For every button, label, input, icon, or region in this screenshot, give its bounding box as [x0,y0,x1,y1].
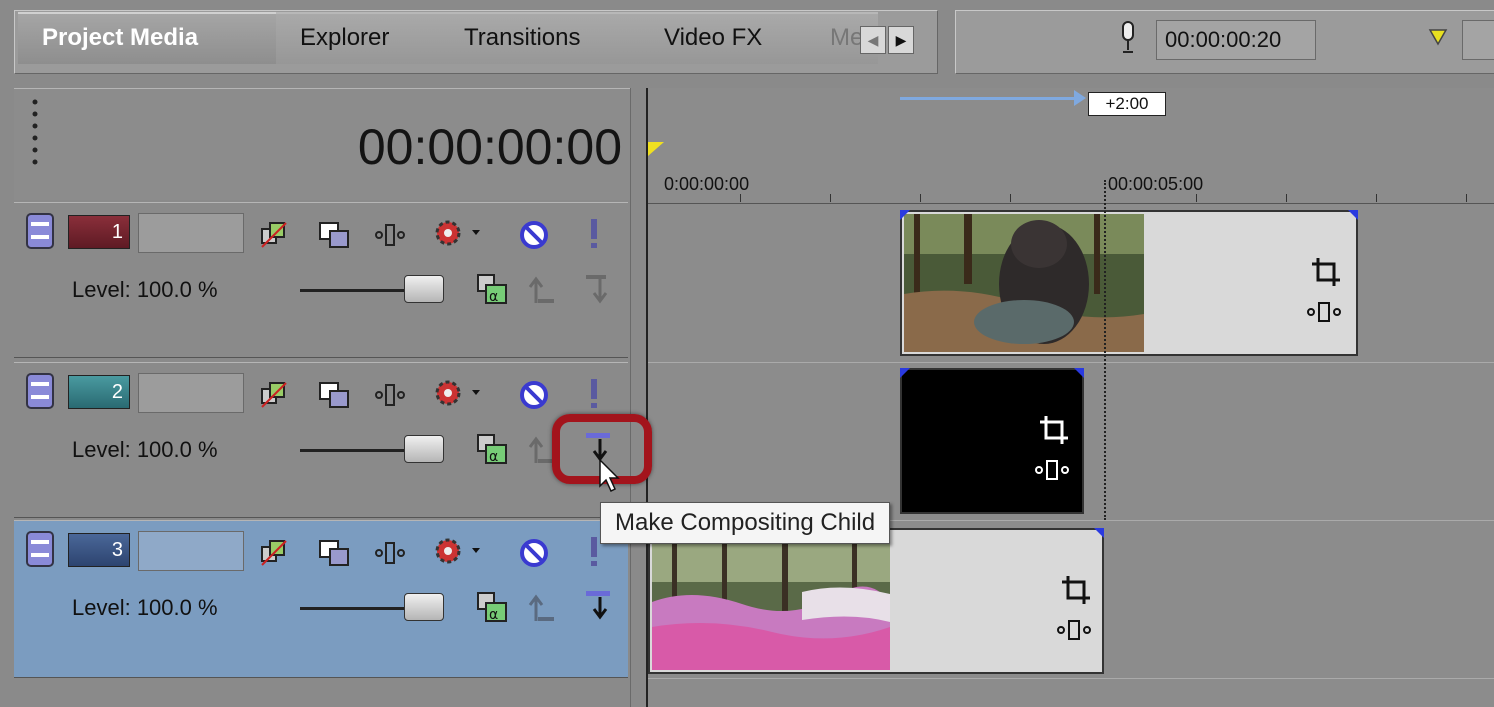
ruler-label: 00:00:05:00 [1108,174,1204,194]
microphone-icon[interactable] [1118,20,1138,56]
make-compositing-parent-icon[interactable] [526,591,558,623]
track-minimize-icon[interactable] [26,373,54,409]
video-event-bear[interactable] [900,210,1358,356]
solo-icon[interactable] [584,377,604,409]
event-fx-icon[interactable] [1034,458,1070,482]
event-fx-icon[interactable] [1056,618,1092,642]
svg-text:α: α [489,289,498,305]
composite-mode-icon[interactable] [258,537,290,569]
tab-video-fx[interactable]: Video FX [640,12,800,64]
compositing-mode-alpha-icon[interactable]: α [476,591,508,623]
time-ruler[interactable] [648,160,1494,204]
ruler-tick [1286,194,1287,202]
track-number[interactable]: 3 [68,533,130,567]
track-motion-icon[interactable] [318,537,350,569]
make-compositing-parent-icon[interactable] [526,273,558,305]
track-level-label: Level: 100.0 % [72,277,218,302]
track-fx-gear-icon[interactable] [432,377,484,409]
ruler-tick [740,194,741,202]
track-number[interactable]: 1 [68,215,130,249]
compositing-mode-alpha-icon[interactable]: α [476,433,508,465]
video-event-black[interactable] [900,368,1084,514]
tab-project-media[interactable]: Project Media [18,12,276,64]
mouse-pointer-icon [599,458,620,493]
ruler-tick [1196,194,1197,202]
solo-icon[interactable] [584,217,604,249]
event-fade-handle-icon[interactable] [1074,368,1084,378]
level-slider-track[interactable] [300,289,410,292]
video-track-1[interactable]: 1 Level: 100.0 % α [14,202,628,358]
compositing-mode-alpha-icon[interactable]: α [476,273,508,305]
event-fade-handle-icon[interactable] [1348,210,1358,220]
track-motion-icon[interactable] [318,219,350,251]
mute-icon[interactable] [518,537,550,569]
timeline-timecode: 00:00:00:00 [357,119,622,175]
ruler-tick [1376,194,1377,202]
composite-mode-icon[interactable] [258,219,290,251]
loop-region-length: +2:00 [1088,92,1166,116]
level-slider-track[interactable] [300,607,410,610]
video-track-3[interactable]: 3 Level: 100.0 % α [14,520,628,678]
lane-separator [648,362,1494,363]
event-fade-handle-icon[interactable] [1094,528,1104,538]
timeline-cursor-line [1104,180,1106,520]
ruler-tick [920,194,921,202]
track-fx-gear-icon[interactable] [432,217,484,249]
clip-thumbnail-bear [904,214,1144,352]
track-name-field[interactable] [138,531,244,571]
track-fx-gear-icon[interactable] [432,535,484,567]
composite-mode-icon[interactable] [258,379,290,411]
level-slider-thumb[interactable] [404,435,444,463]
video-event-flowers[interactable] [648,528,1104,674]
mute-icon[interactable] [518,379,550,411]
track-name-field[interactable] [138,213,244,253]
mute-icon[interactable] [518,219,550,251]
event-pan-crop-icon[interactable] [1038,414,1070,446]
svg-text:α: α [489,449,498,465]
marker-icon[interactable] [1428,28,1448,46]
svg-text:α: α [489,607,498,623]
ruler-tick [1466,194,1467,202]
track-motion-icon[interactable] [318,379,350,411]
ruler-tick [830,194,831,202]
event-fade-handle-icon[interactable] [900,210,910,220]
make-compositing-child-icon[interactable] [582,273,614,305]
track-minimize-icon[interactable] [26,531,54,567]
drag-grip-icon[interactable] [30,98,40,174]
lane-separator [648,678,1494,679]
event-pan-crop-icon[interactable] [1060,574,1092,606]
selection-length-field[interactable] [1462,20,1494,60]
pan-crop-icon[interactable] [374,537,406,569]
clip-thumbnail-flowers [652,532,890,670]
level-slider-track[interactable] [300,449,410,452]
tab-scroll-right-button[interactable]: ▶ [888,26,914,54]
pan-crop-icon[interactable] [374,379,406,411]
track-number[interactable]: 2 [68,375,130,409]
tab-transitions[interactable]: Transitions [440,12,640,64]
tooltip-make-compositing-child: Make Compositing Child [600,502,891,544]
event-fx-icon[interactable] [1306,300,1342,324]
pan-crop-icon[interactable] [374,219,406,251]
track-level-label: Level: 100.0 % [72,595,218,620]
event-pan-crop-icon[interactable] [1310,256,1342,288]
track-level-label: Level: 100.0 % [72,437,218,462]
cursor-time-field[interactable]: 00:00:00:20 [1156,20,1316,60]
tab-scroll-left-button[interactable]: ◀ [860,26,886,54]
track-minimize-icon[interactable] [26,213,54,249]
tab-explorer[interactable]: Explorer [276,12,440,64]
playhead-marker-icon[interactable] [648,142,664,156]
level-slider-thumb[interactable] [404,593,444,621]
loop-region-bar[interactable] [900,97,1082,100]
ruler-label: 0:00:00:00 [664,174,750,194]
event-fade-handle-icon[interactable] [900,368,910,378]
loop-end-arrow-icon [1074,90,1086,106]
level-slider-thumb[interactable] [404,275,444,303]
track-name-field[interactable] [138,373,244,413]
ruler-tick [1010,194,1011,202]
panel-splitter[interactable] [630,88,648,707]
make-compositing-child-icon[interactable] [582,589,614,621]
video-track-2[interactable]: 2 Level: 100.0 % α [14,362,628,518]
